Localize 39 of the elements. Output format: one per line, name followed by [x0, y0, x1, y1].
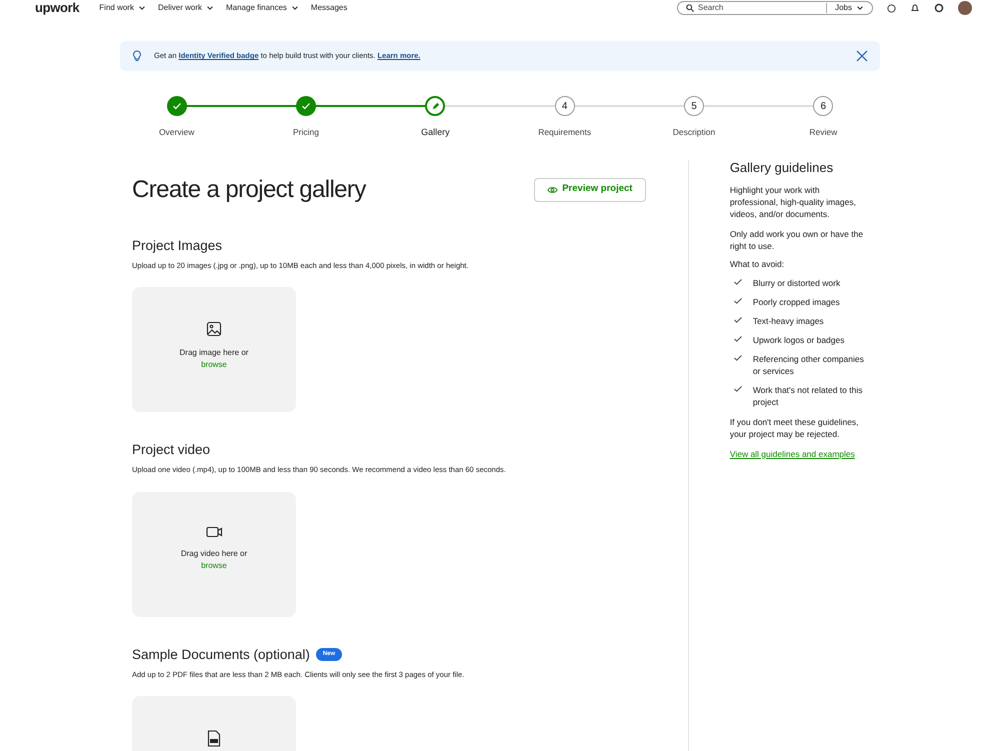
section-heading: Sample Documents (optional) — [132, 646, 310, 664]
nav-link[interactable]: Manage finances — [226, 2, 299, 14]
step-label: Gallery — [421, 126, 450, 139]
avoid-item: Text-heavy images — [752, 314, 824, 326]
step-label: Review — [809, 126, 838, 139]
step-label: Overview — [158, 126, 194, 139]
guidelines-title: Gallery guidelines — [730, 160, 834, 176]
step-number: 4 — [554, 96, 575, 116]
nav-link[interactable]: Deliver work — [158, 2, 214, 14]
step-label: Pricing — [293, 126, 319, 139]
dropzone-text: Drag video here or — [180, 548, 248, 560]
logo[interactable]: upwork — [35, 0, 80, 18]
guideline-paragraph: Highlight your work with professional, high-quality images, videos, and/or documents. — [730, 184, 857, 220]
section-heading: Project Images — [132, 236, 222, 255]
browse-link[interactable]: browse — [201, 359, 227, 371]
avoid-heading: What to avoid: — [730, 258, 786, 270]
step-number: 6 — [813, 96, 834, 116]
dropzone-text: Drag image here or — [180, 347, 248, 359]
search-field[interactable]: Search Jobs — [677, 1, 873, 15]
guidelines-warning: If you don't meet these guidelines, your project may be rejected. — [730, 416, 860, 440]
upload-dropzone[interactable]: Drag video here or browse — [132, 492, 296, 616]
page-title: Create a project gallery — [132, 174, 366, 204]
preview-project-button[interactable]: Preview project — [534, 178, 646, 202]
avoid-item: Blurry or distorted work — [752, 276, 840, 288]
nav-link[interactable]: Messages — [310, 2, 348, 14]
upload-dropzone[interactable]: Drag image here or browse — [132, 287, 296, 412]
avoid-item: Poorly cropped images — [752, 296, 840, 308]
step-label: Description — [672, 126, 716, 139]
guideline-paragraph: Only add work you own or have the right to use. — [730, 228, 864, 252]
avoid-item: Work that's not related to this project — [752, 384, 864, 408]
step-number: 5 — [684, 96, 704, 116]
section-heading: Project video — [132, 441, 210, 459]
search-scope-dropdown[interactable]: Jobs — [835, 2, 864, 14]
browse-link[interactable]: browse — [201, 560, 227, 572]
view-guidelines-link[interactable]: View all guidelines and examples — [730, 448, 868, 460]
step-label: Requirements — [538, 126, 592, 139]
avoid-item: Upwork logos or badges — [752, 334, 844, 346]
nav-link[interactable]: Find work — [99, 2, 146, 14]
avoid-item: Referencing other companies or services — [752, 352, 865, 376]
